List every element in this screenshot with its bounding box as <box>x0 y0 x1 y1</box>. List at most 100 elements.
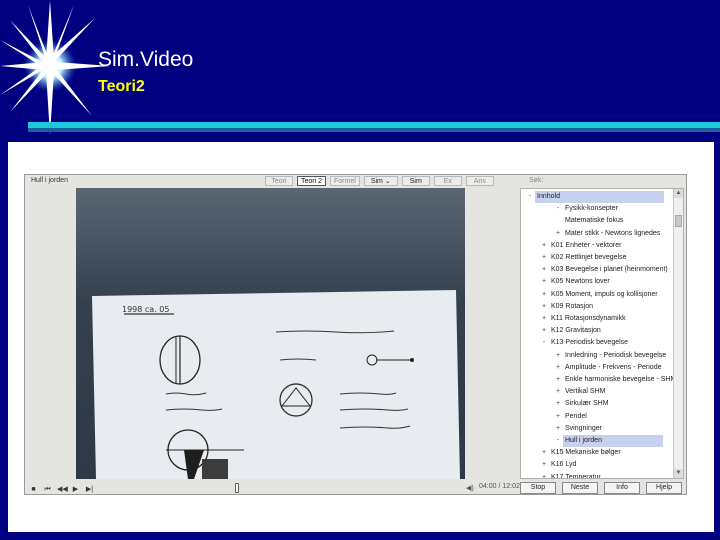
tree-item-label: Matematiske fokus <box>565 217 624 225</box>
collapse-icon[interactable]: - <box>525 191 535 203</box>
tree-item[interactable]: + K05 Moment, impuls og kollisjoner <box>539 289 660 301</box>
expand-icon[interactable]: + <box>539 264 549 276</box>
tree-item[interactable]: + Amplitude - Frekvens - Periode <box>553 362 663 374</box>
tree-item-label: K16 Lyd <box>551 461 577 469</box>
collapse-icon[interactable]: - <box>553 435 563 447</box>
tree-item-label: Enkle harmoniske bevegelse - SHM <box>565 376 677 383</box>
document-title: Hull i jorden <box>31 177 68 184</box>
stop-icon[interactable]: ■ <box>29 485 38 494</box>
expand-icon[interactable]: + <box>539 313 549 325</box>
tree-item[interactable]: + Sirkulær SHM <box>553 398 611 410</box>
expand-icon[interactable]: + <box>553 228 563 240</box>
scroll-up-icon[interactable]: ▲ <box>674 189 683 198</box>
chevron-down-icon: ⌄ <box>384 178 391 185</box>
scroll-down-icon[interactable]: ▼ <box>674 469 683 478</box>
tree-item[interactable]: + K17 Temperatur <box>539 472 603 479</box>
tree-item-label: K13 Periodisk bevegelse <box>551 339 629 347</box>
tab-bar: Teori Teori 2 Formel Sim ⌄ Sim Ex Ans <box>265 176 494 187</box>
tree-item-label: K17 Temperatur <box>551 473 601 479</box>
tree-item-label: Vertikal SHM <box>565 388 606 396</box>
tree-item[interactable]: + Svingninger <box>553 423 604 435</box>
expand-icon[interactable]: + <box>553 423 563 435</box>
search-label: Søk: <box>529 177 544 184</box>
video-player-app: Hull i jorden Teori Teori 2 Formel Sim ⌄ … <box>24 174 687 495</box>
tree-item-label: Pendel <box>565 412 587 420</box>
tab-sim-dropdown-label: Sim <box>370 178 383 185</box>
tree-item[interactable]: + Pendel <box>553 411 589 423</box>
tab-sim[interactable]: Sim <box>401 176 430 186</box>
tree-item[interactable]: - Fysikk-konsepter <box>553 203 620 215</box>
rewind-icon[interactable]: ◀◀ <box>57 485 68 494</box>
tab-ans[interactable]: Ans <box>465 176 494 186</box>
timeline-scrubber[interactable] <box>235 483 239 493</box>
tab-teori-2[interactable]: Teori 2 <box>297 176 327 186</box>
tree-item-label: K11 Rotasjonsdynamikk <box>551 315 626 322</box>
skip-forward-icon[interactable]: ▶| <box>85 485 94 494</box>
volume-icon[interactable]: ◀) <box>466 484 476 492</box>
tree-item[interactable]: + K02 Rettlinjet bevegelse <box>539 252 629 264</box>
tree-item[interactable]: + K15 Mekaniske bølger <box>539 447 623 459</box>
expand-icon[interactable]: + <box>553 350 563 362</box>
expand-icon[interactable]: + <box>539 240 549 252</box>
tab-sim-dropdown[interactable]: Sim ⌄ <box>363 176 398 186</box>
playback-controls: ■ ⏮ ◀◀ ▶ ▶| <box>29 483 94 495</box>
tree-item-label: Svingninger <box>565 424 602 432</box>
expand-icon[interactable]: + <box>553 411 563 423</box>
svg-text:1998 ca. 05: 1998 ca. 05 <box>122 305 169 314</box>
video-viewport[interactable]: 1998 ca. 05 <box>76 188 465 479</box>
tree-scrollbar[interactable]: ▲ ▼ <box>673 189 683 478</box>
expand-icon[interactable]: + <box>539 459 549 471</box>
tree-item-label: Hull i jorden <box>563 435 663 447</box>
stop-button[interactable]: Stop <box>520 482 556 494</box>
bottom-button-row: Stop Neste Info Hjelp <box>520 482 682 494</box>
expand-icon[interactable]: + <box>539 289 549 301</box>
expand-icon[interactable]: + <box>553 386 563 398</box>
tree-item-label: K01 Enheter - vektorer <box>551 241 622 249</box>
tree-item[interactable]: - K13 Periodisk bevegelse <box>539 337 630 349</box>
play-icon[interactable]: ▶ <box>71 485 80 494</box>
expand-icon[interactable]: + <box>553 374 563 386</box>
collapse-icon[interactable]: - <box>539 337 549 349</box>
expand-icon[interactable]: + <box>539 447 549 459</box>
tree-item[interactable]: Matematiske fokus <box>553 215 625 227</box>
tree-item[interactable]: - Hull i jorden <box>553 435 663 447</box>
tree-item[interactable]: + K09 Rotasjon <box>539 301 595 313</box>
tree-item-label: Innhold <box>535 191 664 203</box>
collapse-icon[interactable]: - <box>553 203 563 215</box>
tree-item-label: Sirkulær SHM <box>565 400 609 408</box>
help-button[interactable]: Hjelp <box>646 482 682 494</box>
next-button[interactable]: Neste <box>562 482 598 494</box>
tab-formel[interactable]: Formel <box>330 176 360 186</box>
timecode: 04:00 / 12:02 <box>479 483 520 490</box>
tree-item[interactable]: + Enkle harmoniske bevegelse - SHM <box>553 374 678 386</box>
tree-item[interactable]: + K12 Gravitasjon <box>539 325 603 337</box>
tree-item[interactable]: + K03 Bevegelse i planet (heinmoment) <box>539 264 670 276</box>
tree-item-label: K03 Bevegelse i planet (heinmoment) <box>551 266 668 274</box>
tree-item[interactable]: - Innhold <box>525 191 664 203</box>
skip-back-icon[interactable]: ⏮ <box>43 485 52 494</box>
expand-icon[interactable]: + <box>539 301 549 313</box>
video-frame-image: 1998 ca. 05 <box>76 188 465 479</box>
tree-item[interactable]: + K16 Lyd <box>539 459 578 471</box>
info-button[interactable]: Info <box>604 482 640 494</box>
tree-item[interactable]: + K11 Rotasjonsdynamikk <box>539 313 628 325</box>
expand-icon[interactable]: + <box>539 276 549 288</box>
tab-ex[interactable]: Ex <box>433 176 462 186</box>
tree-item-label: K12 Gravitasjon <box>551 327 601 335</box>
scroll-thumb[interactable] <box>675 215 682 227</box>
tree-item[interactable]: + Mater stikk - Newtons lignedes <box>553 228 662 240</box>
expand-icon[interactable]: + <box>539 252 549 264</box>
tree-item[interactable]: + Innledning - Periodisk bevegelse <box>553 350 668 362</box>
tab-teori[interactable]: Teori <box>265 176 293 186</box>
tree-item[interactable]: + K05 Newtons lover <box>539 276 612 288</box>
expand-icon[interactable]: + <box>553 398 563 410</box>
contents-tree[interactable]: - Innhold - Fysikk-konsepter Matematiske fok… <box>520 188 684 479</box>
expand-icon[interactable]: + <box>553 362 563 374</box>
tree-item-label: K15 Mekaniske bølger <box>551 449 621 457</box>
tree-item-label: Mater stikk - Newtons lignedes <box>565 229 661 237</box>
tree-item[interactable]: + K01 Enheter - vektorer <box>539 240 623 252</box>
expand-icon[interactable]: + <box>539 325 549 337</box>
expand-icon[interactable]: + <box>539 472 549 478</box>
tree-item-label: Fysikk-konsepter <box>565 205 618 213</box>
tree-item[interactable]: + Vertikal SHM <box>553 386 607 398</box>
